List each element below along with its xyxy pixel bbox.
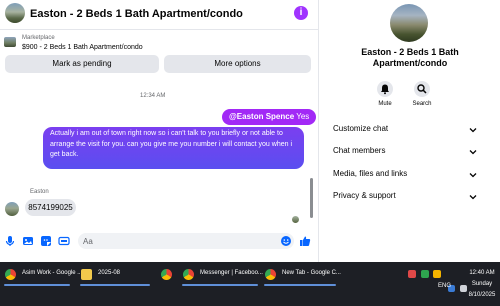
outgoing-message[interactable]: Actually i am out of town right now so i… xyxy=(43,127,304,169)
photo-icon[interactable] xyxy=(22,235,34,247)
more-options-button[interactable]: More options xyxy=(164,55,311,73)
chrome-icon xyxy=(161,269,172,280)
chevron-down-icon xyxy=(469,173,477,178)
microphone-icon[interactable] xyxy=(4,235,16,247)
seen-receipt-avatar xyxy=(292,216,299,223)
sender-name: Easton xyxy=(30,189,49,195)
chevron-down-icon xyxy=(469,128,477,133)
taskbar-item-label: Messenger | Faceboo... xyxy=(200,270,263,276)
accordion-chat-members[interactable]: Chat members xyxy=(326,141,482,163)
listing-kicker: Marketplace xyxy=(22,35,55,41)
listing-title[interactable]: $900 - 2 Beds 1 Bath Apartment/condo xyxy=(22,44,143,51)
accordion-media-files-links[interactable]: Media, files and links xyxy=(326,164,482,186)
clock-time[interactable]: 12:40 AM xyxy=(464,270,500,276)
info-panel-scrollbar[interactable] xyxy=(491,0,497,262)
conversation-avatar-large[interactable] xyxy=(390,4,428,42)
search-button[interactable] xyxy=(414,81,430,97)
taskbar-item-chrome[interactable] xyxy=(158,266,176,286)
sticker-icon[interactable] xyxy=(40,235,52,247)
chat-avatar[interactable] xyxy=(5,3,25,23)
mention-message-text: Yes xyxy=(296,112,310,121)
chrome-icon xyxy=(265,269,276,280)
clock-day[interactable]: Sunday xyxy=(464,281,500,287)
outgoing-message-mention[interactable]: @Easton Spence Yes xyxy=(222,109,317,125)
search-icon xyxy=(417,84,427,94)
accordion-privacy-support[interactable]: Privacy & support xyxy=(326,186,482,208)
message-input[interactable] xyxy=(78,233,294,249)
chrome-icon xyxy=(5,269,16,280)
taskbar-item-label: New Tab - Google C... xyxy=(282,270,341,276)
chevron-down-icon xyxy=(469,150,477,155)
active-indicator xyxy=(4,284,70,286)
emoji-icon[interactable] xyxy=(280,235,292,247)
chat-title[interactable]: Easton - 2 Beds 1 Bath Apartment/condo xyxy=(30,8,243,20)
accordion-label: Media, files and links xyxy=(333,169,408,178)
chrome-icon xyxy=(183,269,194,280)
language-indicator[interactable]: ENG xyxy=(438,283,451,289)
mute-button[interactable] xyxy=(377,81,393,97)
accordion-label: Chat members xyxy=(333,146,386,155)
active-indicator xyxy=(80,284,150,286)
accordion-label: Privacy & support xyxy=(333,191,396,200)
clock-date[interactable]: 8/10/2025 xyxy=(464,292,500,298)
taskbar-item-messenger[interactable]: Messenger | Faceboo... xyxy=(180,266,263,286)
listing-thumbnail[interactable] xyxy=(4,37,16,47)
tray-app-icon[interactable] xyxy=(433,270,441,278)
taskbar-item-2025-08[interactable]: 2025-08 xyxy=(78,266,152,286)
active-indicator xyxy=(182,284,258,286)
mute-label: Mute xyxy=(378,101,392,107)
message-timestamp: 12:34 AM xyxy=(140,93,166,99)
taskbar-item-asim-work[interactable]: Asim Work - Google ... xyxy=(2,266,82,286)
taskbar-item-label: Asim Work - Google ... xyxy=(22,270,83,276)
gif-icon[interactable] xyxy=(58,235,70,247)
accordion-customize-chat[interactable]: Customize chat xyxy=(326,119,482,141)
tray-app-icon[interactable] xyxy=(421,270,429,278)
folder-icon xyxy=(81,269,92,280)
chat-scrollbar-thumb[interactable] xyxy=(310,178,313,218)
info-icon[interactable]: i xyxy=(294,6,308,20)
accordion-label: Customize chat xyxy=(333,124,389,133)
tray-app-icon[interactable] xyxy=(408,270,416,278)
taskbar-item-new-tab[interactable]: New Tab - Google C... xyxy=(262,266,341,286)
bell-icon xyxy=(381,84,389,95)
incoming-message[interactable]: 8574199025 xyxy=(25,199,76,216)
sender-avatar[interactable] xyxy=(5,202,19,216)
active-indicator xyxy=(264,284,336,286)
mark-as-pending-button[interactable]: Mark as pending xyxy=(5,55,159,73)
search-label: Search xyxy=(412,101,432,107)
like-icon[interactable] xyxy=(299,235,311,247)
taskbar-item-label: 2025-08 xyxy=(98,270,121,276)
chevron-down-icon xyxy=(469,195,477,200)
mention-name[interactable]: @Easton Spence xyxy=(229,112,294,121)
conversation-title: Easton - 2 Beds 1 Bath Apartment/condo xyxy=(361,47,459,68)
